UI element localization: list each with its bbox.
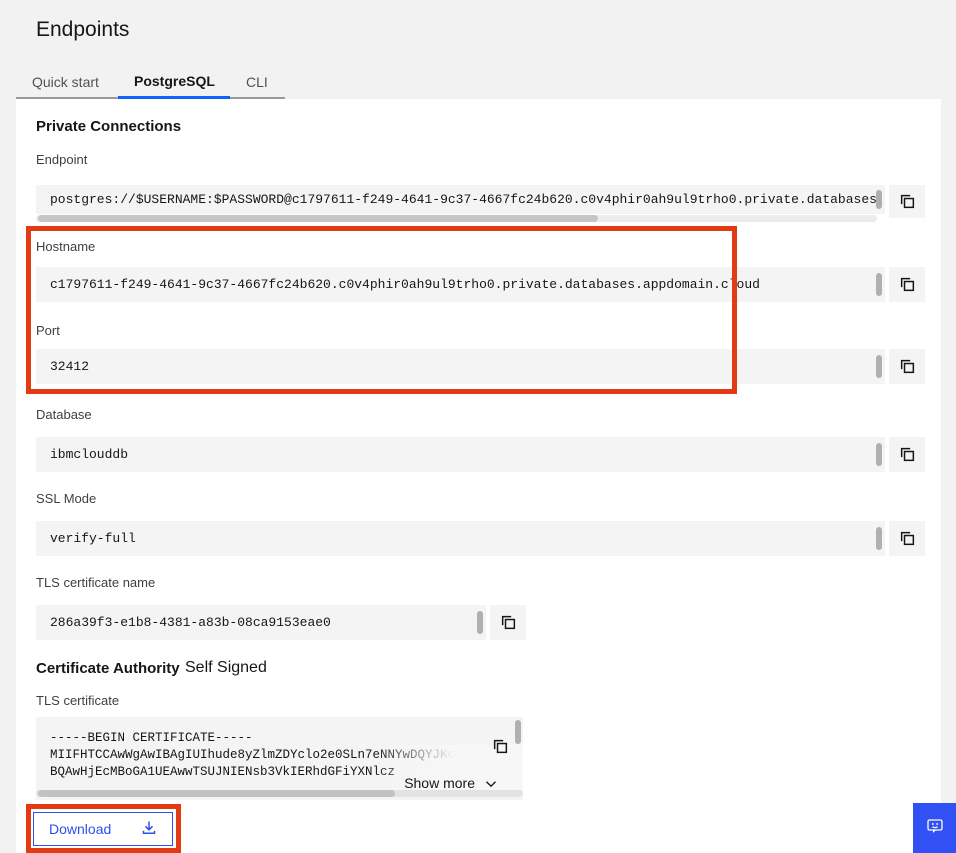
endpoint-value: postgres://$USERNAME:$PASSWORD@c1797611-… xyxy=(50,192,885,207)
tab-cli-label: CLI xyxy=(246,74,268,90)
database-copy-button[interactable] xyxy=(889,437,925,472)
ssl-mode-copy-button[interactable] xyxy=(889,521,925,556)
tls-certificate-hscroll-thumb[interactable] xyxy=(38,790,395,797)
database-vertical-scrollbar[interactable] xyxy=(876,443,882,466)
endpoint-value-field[interactable]: postgres://$USERNAME:$PASSWORD@c1797611-… xyxy=(36,185,885,214)
page-title: Endpoints xyxy=(36,18,129,42)
endpoints-page: Endpoints Quick start PostgreSQL CLI Pri… xyxy=(0,0,956,853)
section-heading: Private Connections xyxy=(36,118,181,135)
copy-icon xyxy=(492,738,509,755)
chat-widget-button[interactable] xyxy=(913,803,956,853)
tls-certificate-name-field[interactable]: 286a39f3-e1b8-4381-a83b-08ca9153eae0 xyxy=(36,605,486,640)
tab-quick-start-label: Quick start xyxy=(32,74,99,90)
chat-icon xyxy=(924,815,946,842)
port-vertical-scrollbar[interactable] xyxy=(876,355,882,378)
tab-cli[interactable]: CLI xyxy=(230,66,285,99)
port-value: 32412 xyxy=(50,359,89,374)
tab-bar: Quick start PostgreSQL CLI xyxy=(16,66,285,99)
show-more-button[interactable]: Show more xyxy=(404,775,497,791)
download-button-label: Download xyxy=(49,821,111,837)
tls-certificate-name-vertical-scrollbar[interactable] xyxy=(477,611,483,634)
ssl-mode-value: verify-full xyxy=(50,531,136,546)
port-value-field[interactable]: 32412 xyxy=(36,349,885,384)
tls-certificate-name-copy-button[interactable] xyxy=(490,605,526,640)
tab-postgresql[interactable]: PostgreSQL xyxy=(118,66,230,99)
copy-icon xyxy=(899,530,916,547)
download-button[interactable]: Download xyxy=(33,812,173,846)
copy-icon xyxy=(899,358,916,375)
port-copy-button[interactable] xyxy=(889,349,925,384)
hostname-value: c1797611-f249-4641-9c37-4667fc24b620.c0v… xyxy=(50,277,760,292)
copy-icon xyxy=(899,276,916,293)
database-value-field[interactable]: ibmclouddb xyxy=(36,437,885,472)
show-more-label: Show more xyxy=(404,775,475,791)
endpoint-label: Endpoint xyxy=(36,152,87,167)
ssl-mode-vertical-scrollbar[interactable] xyxy=(876,527,882,550)
copy-icon xyxy=(899,193,916,210)
certificate-authority-label: Certificate Authority xyxy=(36,660,180,677)
hostname-copy-button[interactable] xyxy=(889,267,925,302)
hostname-label: Hostname xyxy=(36,239,95,254)
tls-certificate-name-label: TLS certificate name xyxy=(36,575,155,590)
endpoint-copy-button[interactable] xyxy=(889,185,925,218)
tls-certificate-field[interactable]: -----BEGIN CERTIFICATE-----MIIFHTCCAwWgA… xyxy=(36,717,523,800)
copy-icon xyxy=(899,446,916,463)
tab-quick-start[interactable]: Quick start xyxy=(16,66,118,99)
ssl-mode-value-field[interactable]: verify-full xyxy=(36,521,885,556)
tls-certificate-label: TLS certificate xyxy=(36,693,119,708)
download-icon xyxy=(141,820,157,839)
tls-certificate-vertical-scrollbar[interactable] xyxy=(515,720,521,744)
chevron-down-icon xyxy=(485,775,497,791)
hostname-value-field[interactable]: c1797611-f249-4641-9c37-4667fc24b620.c0v… xyxy=(36,267,885,302)
database-label: Database xyxy=(36,407,92,422)
tls-certificate-copy-button[interactable] xyxy=(490,736,510,756)
endpoint-hscroll-thumb[interactable] xyxy=(38,215,598,222)
certificate-authority-value: Self Signed xyxy=(185,659,267,677)
database-value: ibmclouddb xyxy=(50,447,128,462)
hostname-vertical-scrollbar[interactable] xyxy=(876,273,882,296)
tls-certificate-name-value: 286a39f3-e1b8-4381-a83b-08ca9153eae0 xyxy=(50,615,331,630)
copy-icon xyxy=(500,614,517,631)
port-label: Port xyxy=(36,323,60,338)
tab-postgresql-label: PostgreSQL xyxy=(134,73,215,89)
ssl-mode-label: SSL Mode xyxy=(36,491,96,506)
endpoint-vertical-scrollbar[interactable] xyxy=(876,190,882,209)
